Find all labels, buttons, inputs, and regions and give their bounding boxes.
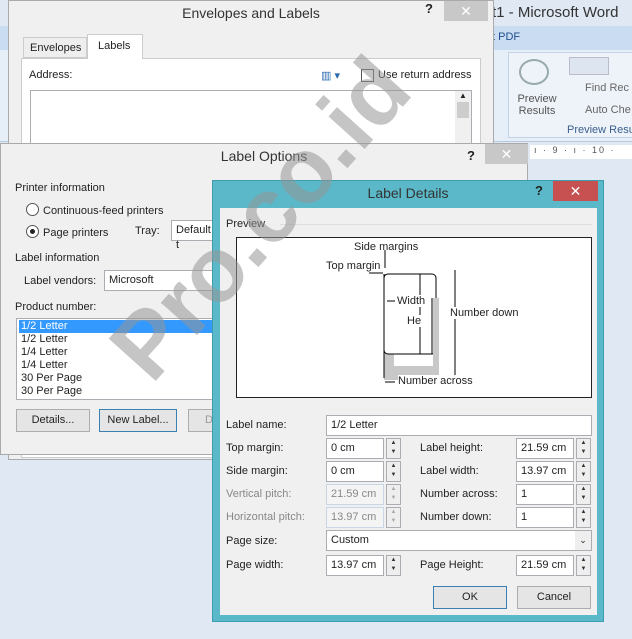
auto-check-button[interactable]: Auto Che bbox=[585, 104, 631, 116]
use-return-address-label: Use return address bbox=[378, 69, 472, 81]
top-margin-spinner[interactable]: ▲ ▼ bbox=[386, 438, 401, 459]
tab-envelopes[interactable]: Envelopes bbox=[23, 37, 87, 58]
horizontal-pitch-label: Horizontal pitch: bbox=[226, 511, 305, 523]
dialog-title: Label Details bbox=[367, 185, 449, 201]
label-name-input[interactable]: 1/2 Letter bbox=[326, 415, 592, 436]
preview-heading: Preview bbox=[226, 218, 266, 230]
label-width-input[interactable]: 13.97 cm bbox=[516, 461, 574, 482]
word-window-title: t1 - Microsoft Word bbox=[492, 4, 619, 21]
number-down-input[interactable]: 1 bbox=[516, 507, 574, 528]
list-item[interactable]: 1/4 Letter bbox=[19, 346, 218, 359]
list-item[interactable]: 1/4 Letter bbox=[19, 359, 218, 372]
help-button[interactable]: ? bbox=[425, 1, 433, 16]
page-printers-radio[interactable]: Page printers bbox=[26, 225, 108, 239]
number-down-spinner[interactable]: ▲ ▼ bbox=[576, 507, 591, 528]
label-height-input[interactable]: 21.59 cm bbox=[516, 438, 574, 459]
ribbon-tab-pdf[interactable]: t PDF bbox=[492, 31, 520, 43]
nav-first-prev-icon[interactable] bbox=[569, 57, 609, 75]
tray-label: Tray: bbox=[135, 225, 160, 237]
label-width-spinner[interactable]: ▲ ▼ bbox=[576, 461, 591, 482]
page-height-spinner[interactable]: ▲ ▼ bbox=[576, 555, 591, 576]
page-width-input[interactable]: 13.97 cm bbox=[326, 555, 384, 576]
dialog-title: Envelopes and Labels bbox=[182, 5, 320, 21]
find-recipient-button[interactable]: Find Rec bbox=[585, 82, 629, 94]
preview-results-button[interactable]: Preview Results bbox=[515, 93, 559, 117]
help-button[interactable]: ? bbox=[535, 183, 543, 198]
page-width-spinner[interactable]: ▲ ▼ bbox=[386, 555, 401, 576]
label-vendors-label: Label vendors: bbox=[24, 275, 97, 287]
radio-icon bbox=[26, 203, 39, 216]
height-text: Height bbox=[407, 315, 421, 327]
label-information-heading: Label information bbox=[15, 252, 100, 264]
width-text: Width bbox=[397, 295, 426, 307]
close-button[interactable]: ✕ bbox=[485, 144, 528, 164]
number-down-text: Number down bbox=[450, 307, 519, 319]
side-margin-input[interactable]: 0 cm bbox=[326, 461, 384, 482]
label-details-dialog: Label Details ? ✕ Preview Side margins T… bbox=[212, 180, 604, 622]
side-margins-text: Side margins bbox=[354, 241, 419, 253]
label-preview: Side margins Top margin Width Height Num… bbox=[236, 237, 592, 398]
list-item[interactable]: 30 Per Page bbox=[19, 385, 218, 398]
page-height-input[interactable]: 21.59 cm bbox=[516, 555, 574, 576]
address-label: Address: bbox=[29, 69, 73, 81]
close-button[interactable]: ✕ bbox=[444, 1, 488, 21]
radio-selected-icon bbox=[26, 225, 39, 238]
ruler: ı · 9 · ı · 10 · bbox=[530, 145, 632, 159]
page-width-label: Page width: bbox=[226, 559, 284, 571]
number-across-label: Number across: bbox=[420, 488, 498, 500]
top-margin-input[interactable]: 0 cm bbox=[326, 438, 384, 459]
dialog-title: Label Options bbox=[220, 148, 308, 164]
close-button[interactable]: ✕ bbox=[553, 181, 598, 201]
side-margin-label: Side margin: bbox=[226, 465, 288, 477]
list-item[interactable]: 30 Per Page bbox=[19, 372, 218, 385]
continuous-feed-radio[interactable]: Continuous-feed printers bbox=[26, 203, 163, 217]
horizontal-pitch-spinner[interactable]: ▲ ▼ bbox=[386, 507, 401, 528]
page-height-label: Page Height: bbox=[420, 559, 484, 571]
preview-results-group: Preview Results Find Rec Auto Che Previe… bbox=[508, 52, 632, 138]
tab-labels[interactable]: Labels bbox=[87, 34, 143, 59]
details-button[interactable]: Details... bbox=[16, 409, 90, 432]
vertical-pitch-input[interactable]: 21.59 cm bbox=[326, 484, 384, 505]
product-number-list[interactable]: 1/2 Letter 1/2 Letter 1/4 Letter 1/4 Let… bbox=[16, 318, 221, 400]
label-name-label: Label name: bbox=[226, 419, 287, 431]
use-return-address-checkbox[interactable] bbox=[361, 69, 374, 82]
number-across-spinner[interactable]: ▲ ▼ bbox=[576, 484, 591, 505]
top-margin-label: Top margin: bbox=[226, 442, 284, 454]
horizontal-pitch-input[interactable]: 13.97 cm bbox=[326, 507, 384, 528]
product-number-label: Product number: bbox=[15, 301, 97, 313]
page-size-select[interactable]: Custom bbox=[326, 530, 592, 551]
address-book-icon[interactable]: ▥ ▾ bbox=[321, 69, 340, 82]
printer-information-heading: Printer information bbox=[15, 182, 105, 194]
group-label: Preview Resu bbox=[567, 124, 632, 136]
label-width-label: Label width: bbox=[420, 465, 479, 477]
list-item[interactable]: 1/2 Letter bbox=[19, 320, 218, 333]
number-across-text: Number across bbox=[398, 375, 473, 387]
magnifier-icon bbox=[519, 59, 549, 85]
side-margin-spinner[interactable]: ▲ ▼ bbox=[386, 461, 401, 482]
list-item[interactable]: 1/2 Letter bbox=[19, 333, 218, 346]
cancel-button[interactable]: Cancel bbox=[517, 586, 591, 609]
number-across-input[interactable]: 1 bbox=[516, 484, 574, 505]
chevron-down-icon[interactable]: ⌄ bbox=[575, 531, 591, 550]
number-down-label: Number down: bbox=[420, 511, 492, 523]
label-height-label: Label height: bbox=[420, 442, 483, 454]
vertical-pitch-spinner[interactable]: ▲ ▼ bbox=[386, 484, 401, 505]
help-button[interactable]: ? bbox=[467, 148, 475, 163]
ok-button[interactable]: OK bbox=[433, 586, 507, 609]
new-label-button[interactable]: New Label... bbox=[99, 409, 177, 432]
top-margin-text: Top margin bbox=[326, 260, 381, 272]
page-size-label: Page size: bbox=[226, 535, 278, 547]
label-height-spinner[interactable]: ▲ ▼ bbox=[576, 438, 591, 459]
vertical-pitch-label: Vertical pitch: bbox=[226, 488, 292, 500]
label-vendors-select[interactable]: Microsoft bbox=[104, 270, 219, 291]
